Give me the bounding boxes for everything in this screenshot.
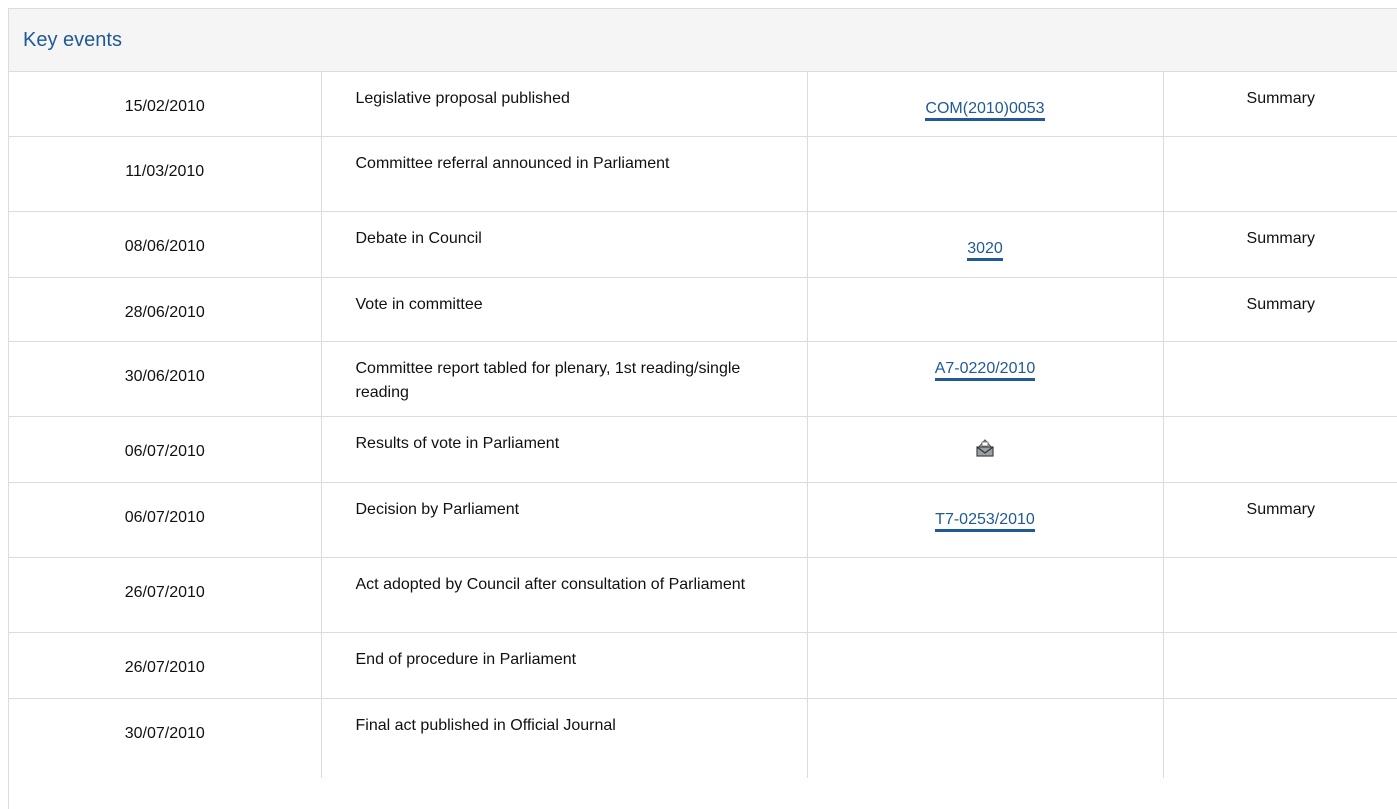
table-row: 06/07/2010 Decision by Parliament T7-025… <box>9 482 1397 558</box>
table-row: 08/06/2010 Debate in Council 3020 Summar… <box>9 211 1397 278</box>
event-summary <box>1163 698 1397 778</box>
event-reference <box>807 277 1164 342</box>
event-date: 08/06/2010 <box>9 211 322 278</box>
table-row: 28/06/2010 Vote in committee Summary <box>9 277 1397 342</box>
event-date: 26/07/2010 <box>9 557 322 633</box>
event-description: Legislative proposal published <box>321 72 808 137</box>
event-description: Decision by Parliament <box>321 482 808 558</box>
event-summary <box>1163 416 1397 483</box>
key-events-panel: Key events 15/02/2010 Legislative propos… <box>8 8 1397 809</box>
event-date: 11/03/2010 <box>9 136 322 212</box>
key-events-header: Key events <box>9 9 1397 72</box>
event-summary[interactable]: Summary <box>1163 277 1397 342</box>
event-summary <box>1163 557 1397 633</box>
event-description: Act adopted by Council after consultatio… <box>321 557 808 633</box>
document-link[interactable]: COM(2010)0053 <box>925 100 1045 121</box>
table-row: 15/02/2010 Legislative proposal publishe… <box>9 72 1397 137</box>
event-summary[interactable]: Summary <box>1163 482 1397 558</box>
event-summary[interactable]: Summary <box>1163 211 1397 278</box>
event-description: Committee referral announced in Parliame… <box>321 136 808 212</box>
event-description: Results of vote in Parliament <box>321 416 808 483</box>
table-row: 30/07/2010 Final act published in Offici… <box>9 698 1397 778</box>
event-reference: COM(2010)0053 <box>807 72 1164 137</box>
event-reference <box>807 698 1164 778</box>
document-link[interactable]: 3020 <box>967 239 1003 261</box>
event-description: Committee report tabled for plenary, 1st… <box>321 341 808 417</box>
table-row: 11/03/2010 Committee referral announced … <box>9 136 1397 212</box>
event-reference <box>807 136 1164 212</box>
event-date: 06/07/2010 <box>9 482 322 558</box>
event-summary <box>1163 341 1397 417</box>
event-description: Debate in Council <box>321 211 808 278</box>
key-events-table: 15/02/2010 Legislative proposal publishe… <box>9 72 1397 778</box>
section-title: Key events <box>23 28 122 51</box>
event-date: 15/02/2010 <box>9 72 322 137</box>
event-reference: A7-0220/2010 <box>807 341 1164 417</box>
ballot-box-icon[interactable] <box>975 436 995 458</box>
event-reference <box>807 632 1164 699</box>
event-summary <box>1163 136 1397 212</box>
table-row: 26/07/2010 End of procedure in Parliamen… <box>9 632 1397 699</box>
event-description: Vote in committee <box>321 277 808 342</box>
event-summary <box>1163 632 1397 699</box>
event-reference: 3020 <box>807 211 1164 278</box>
event-date: 06/07/2010 <box>9 416 322 483</box>
document-link[interactable]: T7-0253/2010 <box>935 510 1035 532</box>
event-date: 28/06/2010 <box>9 277 322 342</box>
table-row: 26/07/2010 Act adopted by Council after … <box>9 557 1397 633</box>
table-row: 30/06/2010 Committee report tabled for p… <box>9 341 1397 417</box>
event-date: 30/07/2010 <box>9 698 322 778</box>
event-reference: T7-0253/2010 <box>807 482 1164 558</box>
event-reference <box>807 416 1164 483</box>
event-description: Final act published in Official Journal <box>321 698 808 778</box>
event-date: 26/07/2010 <box>9 632 322 699</box>
event-description: End of procedure in Parliament <box>321 632 808 699</box>
event-reference <box>807 557 1164 633</box>
table-row: 06/07/2010 Results of vote in Parliament <box>9 416 1397 483</box>
event-date: 30/06/2010 <box>9 341 322 417</box>
event-summary[interactable]: Summary <box>1163 72 1397 137</box>
document-link[interactable]: A7-0220/2010 <box>934 359 1036 381</box>
